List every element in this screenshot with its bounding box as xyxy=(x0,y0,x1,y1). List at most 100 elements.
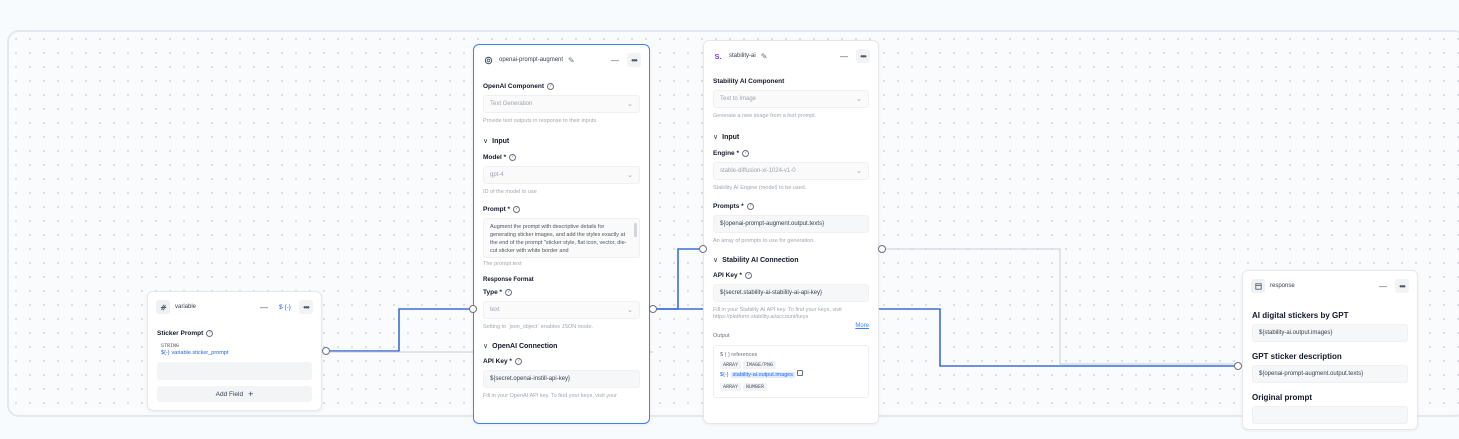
api-key-hint: Fill in your OpenAI API key. To find you… xyxy=(483,393,617,399)
help-icon: ? xyxy=(547,82,555,90)
component-value: Text to Image xyxy=(720,96,757,102)
add-field-button[interactable]: Add Field + xyxy=(157,386,312,402)
connection-section-toggle[interactable]: ∨ OpenAI Connection xyxy=(483,339,640,353)
ref-prefix: ${-} xyxy=(161,349,170,356)
prompt-textarea[interactable]: Augment the prompt with descriptive deta… xyxy=(483,218,640,258)
openai-node-title: openai-prompt-augment xyxy=(499,57,564,63)
openai-node[interactable]: openai-prompt-augment ✎ — ••• OpenAI Com… xyxy=(473,44,650,424)
chevron-open-icon: ∨ xyxy=(483,343,489,350)
model-select[interactable]: gpt-4 ⌄ xyxy=(483,166,640,184)
openai-output-handle[interactable] xyxy=(649,305,657,313)
component-label: Stability AI Component xyxy=(713,77,785,85)
help-icon: ? xyxy=(514,357,522,365)
connection-section-title: OpenAI Connection xyxy=(492,342,558,350)
input-section-toggle[interactable]: ∨ Input xyxy=(713,130,869,144)
api-key-field[interactable]: ${secret.stability-ai-stability-ai-api-k… xyxy=(713,284,869,302)
output-label: Output xyxy=(713,333,730,339)
stability-output-handle[interactable] xyxy=(878,245,886,253)
api-key-label: API Key * xyxy=(483,357,512,365)
prompts-label: Prompts * xyxy=(713,202,744,210)
api-key-value: ${secret.stability-ai-stability-ai-api-k… xyxy=(720,290,823,296)
chevron-down-icon: ⌄ xyxy=(856,96,862,103)
type-hint: Setting to `json_object` enables JSON mo… xyxy=(483,324,594,330)
images-ref[interactable]: stability-ai.output.images xyxy=(730,372,796,378)
help-icon: ? xyxy=(505,288,513,296)
help-icon: ? xyxy=(206,329,214,337)
response-item-value[interactable]: ${stability-ai.output.images} xyxy=(1252,324,1408,342)
response-item-label: AI digital stickers by GPT xyxy=(1252,310,1349,320)
prompts-hint: An array of prompts to use for generatio… xyxy=(713,238,815,244)
help-icon: ? xyxy=(509,153,517,161)
openai-logo-icon xyxy=(482,54,494,66)
chevron-down-icon: ⌄ xyxy=(627,172,633,179)
response-input-handle[interactable] xyxy=(1234,362,1242,370)
help-icon: ? xyxy=(744,271,752,279)
type-select[interactable]: text ⌄ xyxy=(483,301,640,319)
model-label: Model * xyxy=(483,153,507,161)
edit-pencil-icon[interactable]: ✎ xyxy=(568,56,575,65)
response-item-label: Original prompt xyxy=(1252,392,1312,402)
collapse-button[interactable]: — xyxy=(257,300,271,314)
add-field-label: Add Field xyxy=(215,390,244,398)
prompt-label: Prompt * xyxy=(483,205,511,213)
component-select[interactable]: Text to Image ⌄ xyxy=(713,90,869,108)
type-value: text xyxy=(490,307,500,313)
model-hint: ID of the model to use xyxy=(483,189,537,195)
copy-icon[interactable] xyxy=(797,370,804,376)
prompts-field[interactable]: ${openai-prompt-augment.output.texts} xyxy=(713,215,869,233)
collapse-button[interactable]: — xyxy=(608,53,622,67)
component-hint: Generate a new image from a text prompt. xyxy=(713,113,817,119)
more-menu-button[interactable]: ••• xyxy=(299,300,313,314)
api-key-field[interactable]: ${secret.openai-instill-api-key} xyxy=(483,370,640,388)
help-icon: ? xyxy=(513,205,521,213)
variable-output-handle[interactable] xyxy=(322,347,330,355)
stability-node-title: stability-ai xyxy=(729,53,756,59)
image-tag: IMAGE/PNG xyxy=(743,361,777,369)
engine-label: Engine * xyxy=(713,149,740,157)
component-select[interactable]: Text Generation ⌄ xyxy=(483,95,640,113)
more-link[interactable]: More xyxy=(713,323,869,329)
engine-value: stable-diffusion-xl-1024-v1-0 xyxy=(720,168,796,174)
references-label: $ ( ) references xyxy=(720,352,758,358)
input-section-title: Input xyxy=(492,137,510,145)
number-tag: NUMBER xyxy=(743,383,768,391)
api-key-value: ${secret.openai-instill-api-key} xyxy=(490,376,571,382)
more-menu-button[interactable]: ••• xyxy=(1395,279,1409,293)
engine-select[interactable]: stable-diffusion-xl-1024-v1-0 ⌄ xyxy=(713,162,869,180)
collapse-button[interactable]: — xyxy=(837,49,851,63)
stability-logo-icon: S. xyxy=(714,51,722,61)
connection-section-toggle[interactable]: ∨ Stability AI Connection xyxy=(713,253,869,267)
stability-input-handle[interactable] xyxy=(699,245,707,253)
empty-field-slot[interactable] xyxy=(157,362,312,380)
variable-node[interactable]: variable — $ {-} ••• Sticker Prompt ? ST… xyxy=(147,291,322,411)
edit-pencil-icon[interactable]: ✎ xyxy=(761,52,768,61)
textarea-scrollbar[interactable] xyxy=(634,223,637,237)
response-item-label: GPT sticker description xyxy=(1252,351,1342,361)
response-item-value[interactable] xyxy=(1252,406,1408,424)
chevron-down-icon: ⌄ xyxy=(856,168,862,175)
chevron-down-icon: ⌄ xyxy=(627,101,633,108)
stability-node[interactable]: S. stability-ai ✎ — ••• Stability AI Com… xyxy=(703,40,879,424)
response-node[interactable]: response — ••• AI digital stickers by GP… xyxy=(1242,270,1418,430)
input-section-toggle[interactable]: ∨ Input xyxy=(483,134,640,148)
chevron-open-icon: ∨ xyxy=(483,138,489,145)
model-value: gpt-4 xyxy=(490,172,504,178)
variable-node-title: variable xyxy=(175,304,197,310)
variable-node-icon xyxy=(156,300,170,314)
api-key-label: API Key * xyxy=(713,271,742,279)
chevron-down-icon: ⌄ xyxy=(627,307,633,314)
variable-badge[interactable]: $ {-} xyxy=(276,300,294,314)
help-icon: ? xyxy=(746,202,754,210)
array-tag: ARRAY xyxy=(720,361,742,369)
more-menu-button[interactable]: ••• xyxy=(856,49,870,63)
response-item-value[interactable]: ${openai-prompt-augment.output.texts} xyxy=(1252,365,1408,383)
collapse-button[interactable]: — xyxy=(1376,279,1390,293)
input-section-title: Input xyxy=(722,133,740,141)
chevron-open-icon: ∨ xyxy=(713,257,719,264)
prompt-hint: The prompt text xyxy=(483,261,522,267)
openai-input-handle[interactable] xyxy=(469,305,477,313)
response-format-label: Response Format xyxy=(483,277,534,283)
api-key-hint: Fill in your Stability AI API key. To fi… xyxy=(713,307,842,320)
variable-ref[interactable]: variable.sticker_prompt xyxy=(172,350,229,356)
more-menu-button[interactable]: ••• xyxy=(627,53,641,67)
